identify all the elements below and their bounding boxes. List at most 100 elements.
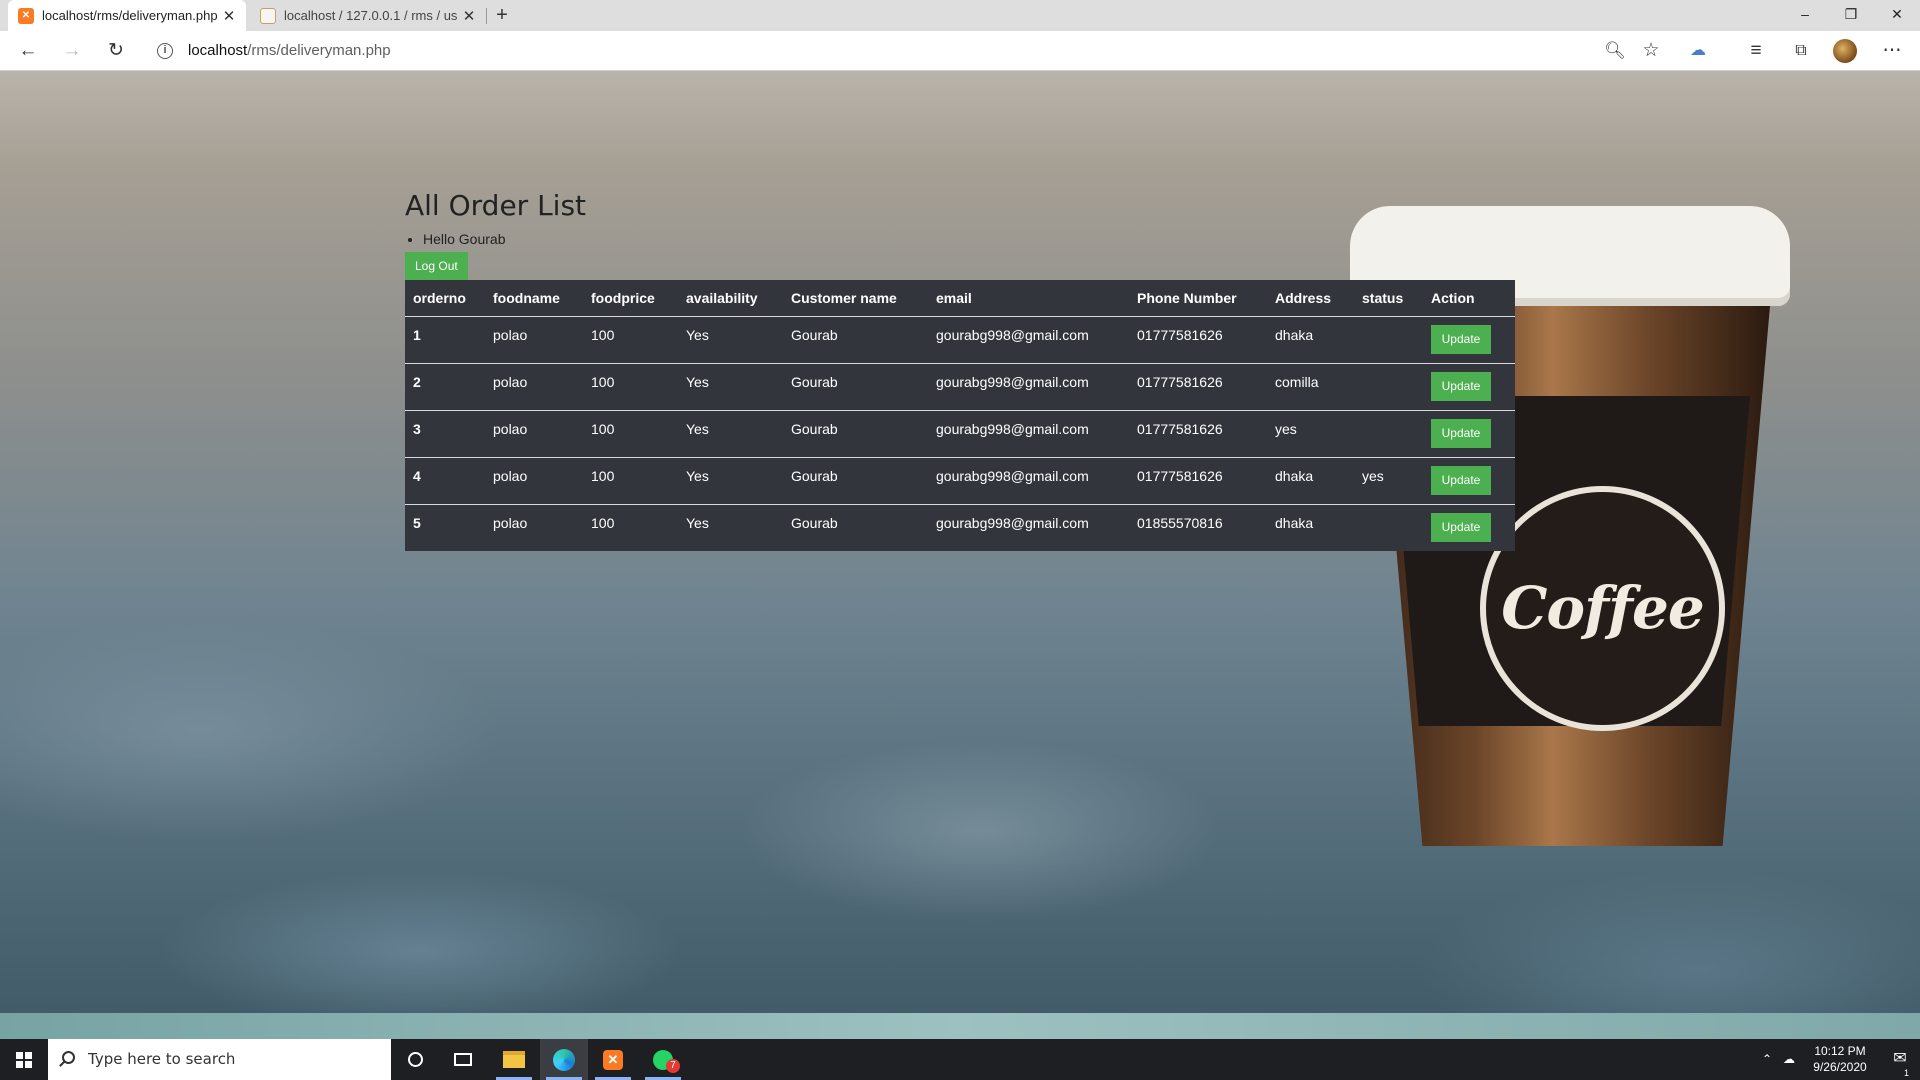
url-host: localhost bbox=[188, 42, 248, 59]
notification-center-icon[interactable]: ✉ 1 bbox=[1880, 1039, 1920, 1080]
cell-action: Update bbox=[1423, 504, 1515, 551]
windows-taskbar: Type here to search ✕ 7 ⌃ ☁ 10:12 PM 9/2… bbox=[0, 1039, 1920, 1080]
forward-icon[interactable]: → bbox=[57, 37, 87, 65]
site-info-icon[interactable]: i bbox=[157, 43, 173, 59]
greeting-list: Hello Gourab bbox=[423, 230, 1515, 248]
edge-browser-icon[interactable] bbox=[540, 1039, 588, 1080]
cell-email: gourabg998@gmail.com bbox=[936, 514, 1089, 531]
start-button[interactable] bbox=[0, 1039, 48, 1080]
cell-status bbox=[1354, 363, 1423, 411]
back-icon[interactable]: ← bbox=[13, 37, 43, 65]
tab-title: localhost/rms/deliveryman.php bbox=[42, 8, 218, 23]
cell-foodname: polao bbox=[485, 457, 583, 505]
favorite-star-icon[interactable]: ☆ bbox=[1636, 37, 1666, 65]
tab-phpmyadmin[interactable]: localhost / 127.0.0.1 / rms / user ✕ bbox=[250, 0, 486, 31]
cell-address: comilla bbox=[1267, 363, 1354, 411]
col-email: email bbox=[928, 280, 1129, 317]
taskbar-search-box[interactable]: Type here to search bbox=[48, 1039, 391, 1080]
cell-address: dhaka bbox=[1275, 514, 1314, 531]
page-bottom-band bbox=[0, 1013, 1920, 1039]
cell-action: Update bbox=[1423, 457, 1515, 505]
col-action: Action bbox=[1423, 280, 1515, 317]
cell-orderno: 2 bbox=[405, 363, 485, 411]
tab-deliveryman[interactable]: ✕ localhost/rms/deliveryman.php ✕ bbox=[8, 0, 246, 31]
table-row: 4 polao 100 Yes Gourab gourabg998@gmail.… bbox=[405, 457, 1515, 505]
close-tab-icon[interactable]: ✕ bbox=[218, 7, 240, 25]
col-customer-name: Customer name bbox=[783, 280, 928, 317]
cell-phone: 01855570816 bbox=[1137, 514, 1223, 531]
whatsapp-badge: 7 bbox=[666, 1059, 680, 1073]
new-tab-icon[interactable]: + bbox=[490, 2, 514, 28]
cell-address: yes bbox=[1267, 410, 1354, 458]
col-orderno: orderno bbox=[405, 280, 485, 317]
cell-foodprice: 100 bbox=[583, 457, 678, 505]
col-address: Address bbox=[1267, 280, 1354, 317]
col-status: status bbox=[1354, 280, 1423, 317]
collections-icon[interactable]: ⧉ bbox=[1786, 37, 1816, 65]
cortana-icon[interactable] bbox=[391, 1039, 439, 1080]
col-foodname: foodname bbox=[485, 280, 583, 317]
cell-customer-name: Gourab bbox=[783, 410, 928, 458]
window-close-icon[interactable]: ✕ bbox=[1874, 0, 1920, 31]
cell-orderno: 3 bbox=[405, 410, 485, 458]
refresh-icon[interactable]: ↻ bbox=[101, 37, 131, 65]
show-hidden-icons-icon[interactable]: ⌃ bbox=[1756, 1039, 1778, 1080]
cloud-extension-icon[interactable]: ☁ bbox=[1683, 37, 1713, 65]
orders-table: orderno foodname foodprice availability … bbox=[405, 280, 1515, 551]
profile-avatar[interactable] bbox=[1833, 39, 1857, 63]
cell-phone: 01777581626 bbox=[1129, 316, 1267, 364]
whatsapp-icon[interactable]: 7 bbox=[639, 1039, 687, 1080]
cell-action: Update bbox=[1423, 363, 1515, 411]
cell-availability: Yes bbox=[678, 316, 783, 364]
cell-phone: 01777581626 bbox=[1129, 410, 1267, 458]
onedrive-icon[interactable]: ☁ bbox=[1778, 1039, 1800, 1080]
file-explorer-icon[interactable] bbox=[490, 1039, 538, 1080]
coffee-logo-text: Coffee bbox=[1501, 574, 1705, 642]
table-row: 2 polao 100 Yes Gourab gourabg998@gmail.… bbox=[405, 363, 1515, 411]
address-bar[interactable]: localhost/rms/deliveryman.php bbox=[188, 40, 391, 62]
cell-orderno: 4 bbox=[405, 457, 485, 505]
more-menu-icon[interactable]: ⋯ bbox=[1877, 37, 1907, 65]
cell-foodprice: 100 bbox=[583, 316, 678, 364]
cell-action: Update bbox=[1423, 410, 1515, 458]
update-button[interactable]: Update bbox=[1431, 418, 1491, 448]
cell-foodname: polao bbox=[485, 410, 583, 458]
system-clock[interactable]: 10:12 PM 9/26/2020 bbox=[1800, 1043, 1880, 1075]
xampp-icon[interactable]: ✕ bbox=[589, 1039, 637, 1080]
update-button[interactable]: Update bbox=[1431, 465, 1491, 495]
cell-action: Update bbox=[1423, 316, 1515, 364]
zoom-icon[interactable]: 🔍︎ bbox=[1600, 37, 1630, 65]
update-button[interactable]: Update bbox=[1431, 371, 1491, 401]
minimize-icon[interactable]: – bbox=[1782, 0, 1828, 31]
clock-date: 9/26/2020 bbox=[1813, 1060, 1867, 1074]
table-row: 1 polao 100 Yes Gourab gourabg998@gmail.… bbox=[405, 316, 1515, 364]
coffee-logo: Coffee bbox=[1480, 486, 1725, 731]
task-view-icon[interactable] bbox=[439, 1039, 487, 1080]
logout-button[interactable]: Log Out bbox=[405, 252, 468, 280]
cell-customer-name: Gourab bbox=[783, 457, 928, 505]
page-title: All Order List bbox=[405, 189, 587, 222]
cell-status bbox=[1354, 410, 1423, 458]
favorites-list-icon[interactable]: ≡ bbox=[1741, 37, 1771, 65]
tab-divider bbox=[486, 8, 487, 24]
cell-foodname: polao bbox=[485, 316, 583, 364]
restore-icon[interactable]: ❐ bbox=[1828, 0, 1874, 31]
cell-foodname: polao bbox=[485, 363, 583, 411]
cell-availability: Yes bbox=[678, 457, 783, 505]
tab-title: localhost / 127.0.0.1 / rms / user bbox=[284, 8, 458, 23]
table-row: 5 polao 100 Yes Gourab gourabg998@gmail.… bbox=[405, 504, 1515, 551]
windows-logo-icon bbox=[16, 1052, 32, 1068]
cell-orderno: 5 bbox=[413, 514, 421, 531]
cell-phone: 01777581626 bbox=[1129, 457, 1267, 505]
update-button[interactable]: Update bbox=[1431, 512, 1491, 542]
cell-status bbox=[1354, 504, 1423, 551]
cell-orderno: 1 bbox=[405, 316, 485, 364]
notification-count: 1 bbox=[1904, 1068, 1910, 1078]
update-button[interactable]: Update bbox=[1431, 324, 1491, 354]
cell-availability: Yes bbox=[678, 410, 783, 458]
cell-customer-name: Gourab bbox=[783, 363, 928, 411]
clock-time: 10:12 PM bbox=[1814, 1044, 1866, 1058]
search-placeholder: Type here to search bbox=[88, 1050, 236, 1068]
close-tab-icon[interactable]: ✕ bbox=[458, 7, 480, 25]
cell-status bbox=[1354, 316, 1423, 364]
